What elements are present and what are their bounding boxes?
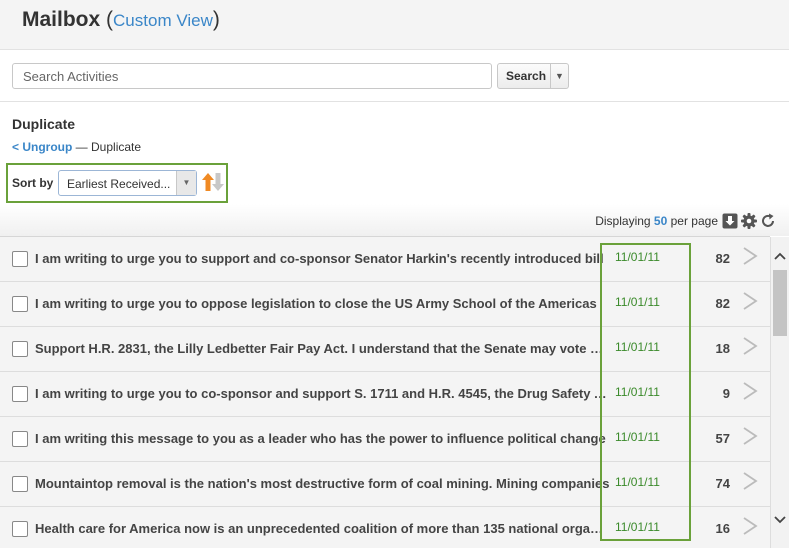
row-count: 16 [715,521,730,536]
chevron-right-icon[interactable] [741,291,759,311]
breadcrumb-separator: — [75,140,88,154]
row-subject: I am writing this message to you as a le… [35,431,606,446]
scrollbar-thumb[interactable] [773,270,787,336]
chevron-right-icon[interactable] [741,336,759,356]
row-subject: I am writing to urge you to co-sponsor a… [35,386,610,401]
refresh-icon[interactable] [760,213,776,229]
chevron-right-icon[interactable] [741,381,759,401]
row-checkbox[interactable] [12,251,28,267]
row-subject: Mountaintop removal is the nation's most… [35,476,610,491]
sort-direction-icon[interactable] [201,170,225,194]
row-count: 57 [715,431,730,446]
chevron-up-icon[interactable] [774,251,786,261]
row-count: 18 [715,341,730,356]
group-title: Duplicate [12,116,76,132]
row-subject: Health care for America now is an unprec… [35,521,610,536]
row-count: 82 [715,251,730,266]
row-subject: Support H.R. 2831, the Lilly Ledbetter F… [35,341,610,356]
chevron-right-icon[interactable] [741,246,759,266]
chevron-right-icon[interactable] [741,426,759,446]
breadcrumb: < Ungroup — Duplicate [12,140,141,154]
search-options-chevron-down-icon[interactable]: ▼ [551,71,568,81]
row-checkbox[interactable] [12,431,28,447]
row-subject: I am writing to urge you to oppose legis… [35,296,597,311]
page-header: Mailbox (Custom View) [0,0,789,50]
paren-open: ( [106,8,114,31]
chevron-right-icon[interactable] [741,471,759,491]
displaying-suffix: per page [670,214,718,228]
row-checkbox[interactable] [12,296,28,312]
displaying-prefix: Displaying [595,214,651,228]
download-icon[interactable] [722,213,738,229]
sort-select-chevron-down-icon[interactable]: ▼ [176,171,196,195]
sort-select[interactable]: Earliest Received... ▼ [58,170,197,196]
sort-selected-value: Earliest Received... [67,177,171,191]
row-checkbox[interactable] [12,341,28,357]
custom-view-link[interactable]: Custom View [113,11,213,30]
paren-close: ) [212,8,220,31]
row-subject: I am writing to urge you to support and … [35,251,604,266]
row-checkbox[interactable] [12,476,28,492]
search-input[interactable] [12,63,492,89]
breadcrumb-current: Duplicate [91,140,142,154]
section-divider [0,101,789,102]
row-count: 82 [715,296,730,311]
row-checkbox[interactable] [12,386,28,402]
gear-icon[interactable] [741,213,757,229]
sort-label: Sort by [12,176,54,190]
row-checkbox[interactable] [12,521,28,537]
row-count: 9 [722,386,730,401]
search-button-label: Search [506,69,547,83]
date-column-highlight-box [600,243,691,541]
chevron-right-icon[interactable] [741,516,759,536]
displaying-info: Displaying 50 per page [595,214,718,228]
chevron-down-icon[interactable] [774,515,786,525]
ungroup-link[interactable]: < Ungroup [12,140,72,154]
page-title: Mailbox (Custom View) [22,8,220,32]
list-scrollbar[interactable] [770,237,789,548]
per-page-count[interactable]: 50 [654,214,667,228]
mailbox-title: Mailbox [22,8,101,31]
search-button[interactable]: Search ▼ [497,63,569,89]
row-count: 74 [715,476,730,491]
